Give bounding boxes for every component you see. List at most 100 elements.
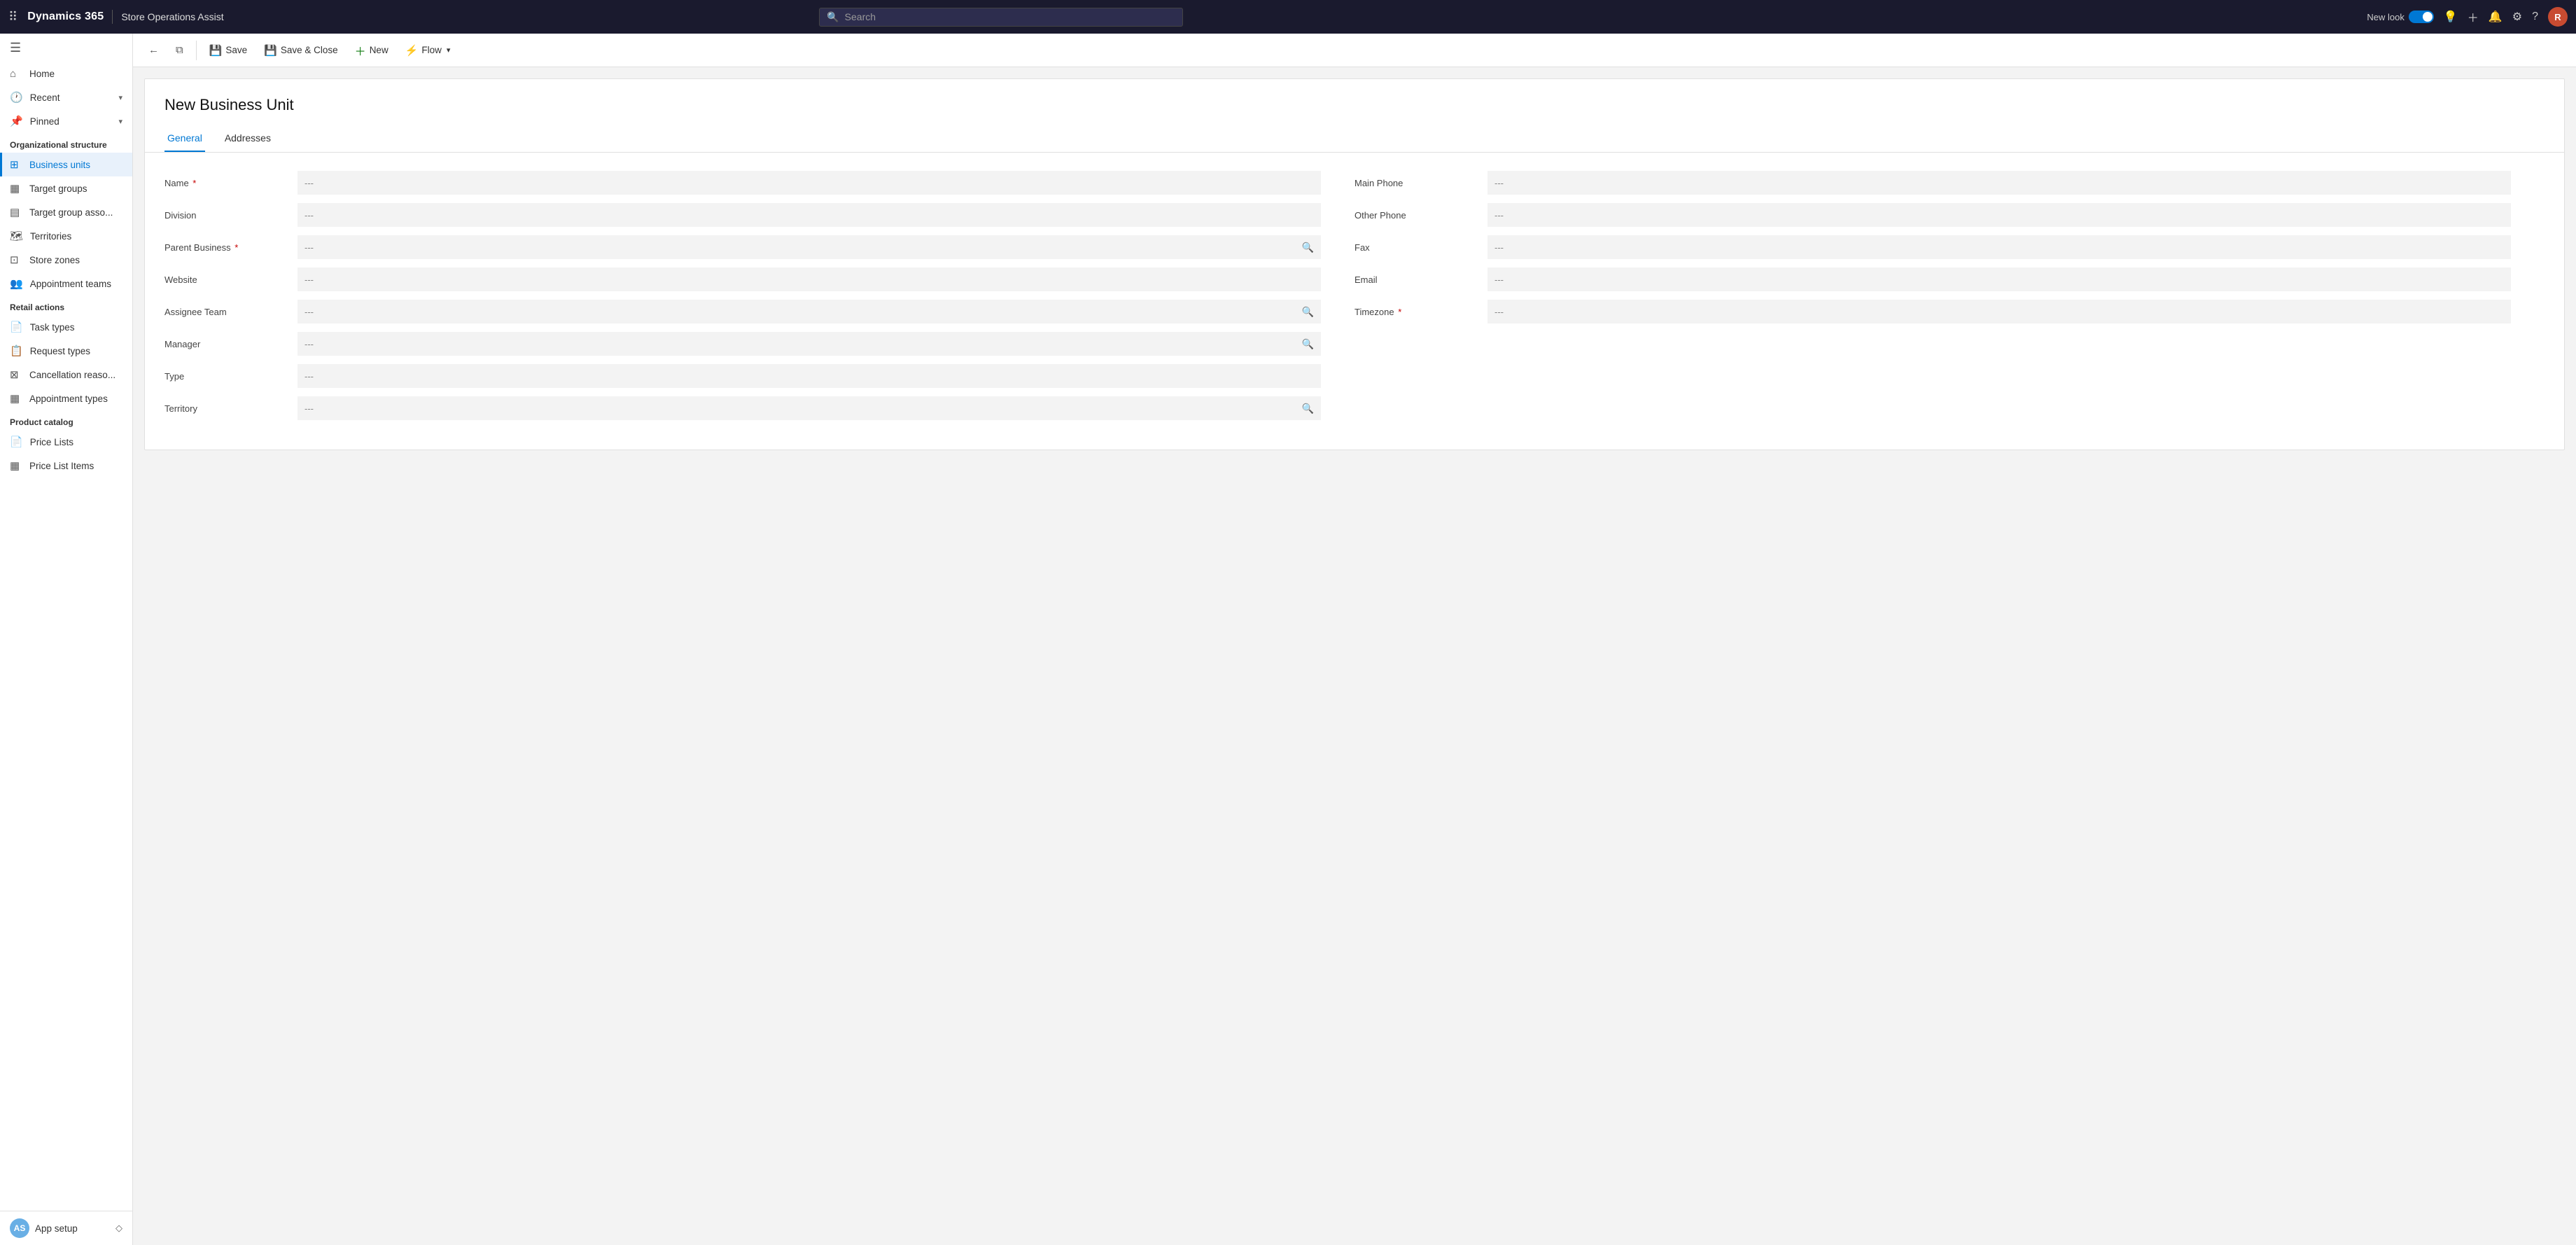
field-main-phone-input[interactable]: --- bbox=[1488, 171, 2511, 195]
cancellation-icon: ⊠ bbox=[10, 368, 22, 381]
window-icon: ⧉ bbox=[176, 44, 183, 56]
field-name-label: Name * bbox=[164, 178, 298, 188]
home-icon: ⌂ bbox=[10, 68, 22, 80]
field-type-label: Type bbox=[164, 371, 298, 382]
search-bar[interactable]: 🔍 bbox=[819, 8, 1183, 27]
app-setup-footer[interactable]: AS App setup ◇ bbox=[0, 1211, 132, 1245]
tab-general[interactable]: General bbox=[164, 125, 205, 152]
field-division-value: --- bbox=[304, 210, 314, 221]
field-division-input[interactable]: --- bbox=[298, 203, 1321, 227]
flow-icon: ⚡ bbox=[405, 44, 419, 57]
field-timezone-input[interactable]: --- bbox=[1488, 300, 2511, 324]
flow-chevron-icon: ▾ bbox=[447, 46, 451, 55]
sidebar-item-price-list-items-label: Price List Items bbox=[29, 461, 94, 471]
sidebar-item-pinned[interactable]: 📌 Pinned ▾ bbox=[0, 109, 132, 133]
field-other-phone-value: --- bbox=[1494, 210, 1504, 221]
save-button[interactable]: 💾 Save bbox=[202, 41, 254, 60]
help-icon[interactable]: ? bbox=[2532, 11, 2538, 23]
sidebar-item-business-units[interactable]: ⊞ Business units bbox=[0, 153, 132, 176]
manager-search-icon[interactable]: 🔍 bbox=[1302, 338, 1314, 350]
app-setup-label: App setup bbox=[35, 1223, 78, 1234]
sidebar-item-price-lists-label: Price Lists bbox=[30, 437, 74, 447]
field-type-value: --- bbox=[304, 371, 314, 382]
field-division-row: Division --- bbox=[164, 202, 1321, 228]
sidebar-item-request-types[interactable]: 📋 Request types bbox=[0, 339, 132, 363]
new-button[interactable]: ＋ New bbox=[348, 39, 396, 62]
field-type-input[interactable]: --- bbox=[298, 364, 1321, 388]
field-manager-input[interactable]: --- 🔍 bbox=[298, 332, 1321, 356]
brand-separator bbox=[112, 10, 113, 24]
field-other-phone-input[interactable]: --- bbox=[1488, 203, 2511, 227]
sidebar-item-recent-label: Recent bbox=[30, 92, 60, 103]
form-header: New Business Unit bbox=[145, 79, 2564, 123]
sidebar-item-cancellation-reaso[interactable]: ⊠ Cancellation reaso... bbox=[0, 363, 132, 387]
field-territory-input[interactable]: --- 🔍 bbox=[298, 396, 1321, 420]
field-assignee-team-input[interactable]: --- 🔍 bbox=[298, 300, 1321, 324]
sidebar-item-appointment-teams[interactable]: 👥 Appointment teams bbox=[0, 272, 132, 295]
plus-icon[interactable]: ＋ bbox=[2468, 8, 2479, 25]
sidebar-item-territories[interactable]: 🗺 Territories bbox=[0, 224, 132, 248]
territories-icon: 🗺 bbox=[10, 230, 23, 242]
new-plus-icon: ＋ bbox=[355, 42, 366, 59]
hamburger-icon: ☰ bbox=[10, 41, 21, 55]
top-navigation: ⠿ Dynamics 365 Store Operations Assist 🔍… bbox=[0, 0, 2576, 34]
search-icon: 🔍 bbox=[827, 11, 839, 23]
new-look-toggle-switch[interactable] bbox=[2409, 11, 2434, 23]
sidebar-item-appointment-types[interactable]: ▦ Appointment types bbox=[0, 387, 132, 410]
save-close-button[interactable]: 💾 Save & Close bbox=[257, 41, 344, 60]
sidebar-item-recent[interactable]: 🕐 Recent ▾ bbox=[0, 85, 132, 109]
search-input[interactable] bbox=[845, 11, 1176, 22]
field-fax-row: Fax --- bbox=[1354, 234, 2511, 260]
main-content: ← ⧉ 💾 Save 💾 Save & Close ＋ New ⚡ Flow ▾ bbox=[133, 34, 2576, 1245]
field-other-phone-label: Other Phone bbox=[1354, 210, 1488, 221]
sidebar-item-target-group-asso[interactable]: ▤ Target group asso... bbox=[0, 200, 132, 224]
avatar[interactable]: R bbox=[2548, 7, 2568, 27]
field-territory-value: --- bbox=[304, 403, 314, 414]
sidebar-item-target-groups[interactable]: ▦ Target groups bbox=[0, 176, 132, 200]
field-name-value: --- bbox=[304, 178, 314, 188]
back-button[interactable]: ← bbox=[141, 41, 166, 60]
parent-business-search-icon[interactable]: 🔍 bbox=[1302, 242, 1314, 253]
toolbar-separator bbox=[196, 41, 197, 60]
app-body: ☰ ⌂ Home 🕐 Recent ▾ 📌 Pinned ▾ Organizat… bbox=[0, 34, 2576, 1245]
sidebar-item-home[interactable]: ⌂ Home bbox=[0, 62, 132, 85]
grid-icon[interactable]: ⠿ bbox=[8, 10, 18, 25]
sidebar-item-task-types-label: Task types bbox=[30, 322, 75, 333]
tab-general-label: General bbox=[167, 132, 202, 144]
field-fax-input[interactable]: --- bbox=[1488, 235, 2511, 259]
field-type-row: Type --- bbox=[164, 363, 1321, 389]
lightbulb-icon[interactable]: 💡 bbox=[2444, 10, 2458, 24]
gear-icon[interactable]: ⚙ bbox=[2512, 10, 2522, 24]
field-name-input[interactable]: --- bbox=[298, 171, 1321, 195]
sidebar-item-territories-label: Territories bbox=[30, 231, 71, 242]
save-label: Save bbox=[225, 45, 247, 55]
window-button[interactable]: ⧉ bbox=[169, 41, 190, 60]
territory-search-icon[interactable]: 🔍 bbox=[1302, 403, 1314, 415]
save-icon: 💾 bbox=[209, 44, 223, 57]
brand-d365: Dynamics 365 bbox=[27, 11, 104, 23]
field-email-input[interactable]: --- bbox=[1488, 267, 2511, 291]
assignee-team-search-icon[interactable]: 🔍 bbox=[1302, 306, 1314, 318]
new-look-label: New look bbox=[2367, 12, 2404, 22]
field-parent-business-input[interactable]: --- 🔍 bbox=[298, 235, 1321, 259]
field-email-value: --- bbox=[1494, 274, 1504, 285]
sidebar-item-store-zones[interactable]: ⊡ Store zones bbox=[0, 248, 132, 272]
sidebar-item-home-label: Home bbox=[29, 69, 55, 79]
sidebar-collapse-button[interactable]: ☰ bbox=[0, 34, 132, 62]
form-page: New Business Unit General Addresses bbox=[144, 78, 2565, 450]
field-website-input[interactable]: --- bbox=[298, 267, 1321, 291]
sidebar-item-price-lists[interactable]: 📄 Price Lists bbox=[0, 430, 132, 454]
tab-addresses[interactable]: Addresses bbox=[222, 125, 274, 152]
form-section-right: Main Phone --- Other Phone --- bbox=[1354, 169, 2544, 427]
field-manager-value: --- bbox=[304, 339, 314, 349]
new-look-toggle[interactable]: New look bbox=[2367, 11, 2433, 23]
flow-button[interactable]: ⚡ Flow ▾ bbox=[398, 41, 458, 60]
field-parent-business-row: Parent Business * --- 🔍 bbox=[164, 234, 1321, 260]
timezone-required-indicator: * bbox=[1398, 307, 1401, 317]
sidebar-item-price-list-items[interactable]: ▦ Price List Items bbox=[0, 454, 132, 478]
save-close-icon: 💾 bbox=[264, 44, 277, 57]
org-structure-label: Organizational structure bbox=[0, 133, 132, 153]
bell-icon[interactable]: 🔔 bbox=[2488, 10, 2502, 24]
field-other-phone-row: Other Phone --- bbox=[1354, 202, 2511, 228]
sidebar-item-task-types[interactable]: 📄 Task types bbox=[0, 315, 132, 339]
